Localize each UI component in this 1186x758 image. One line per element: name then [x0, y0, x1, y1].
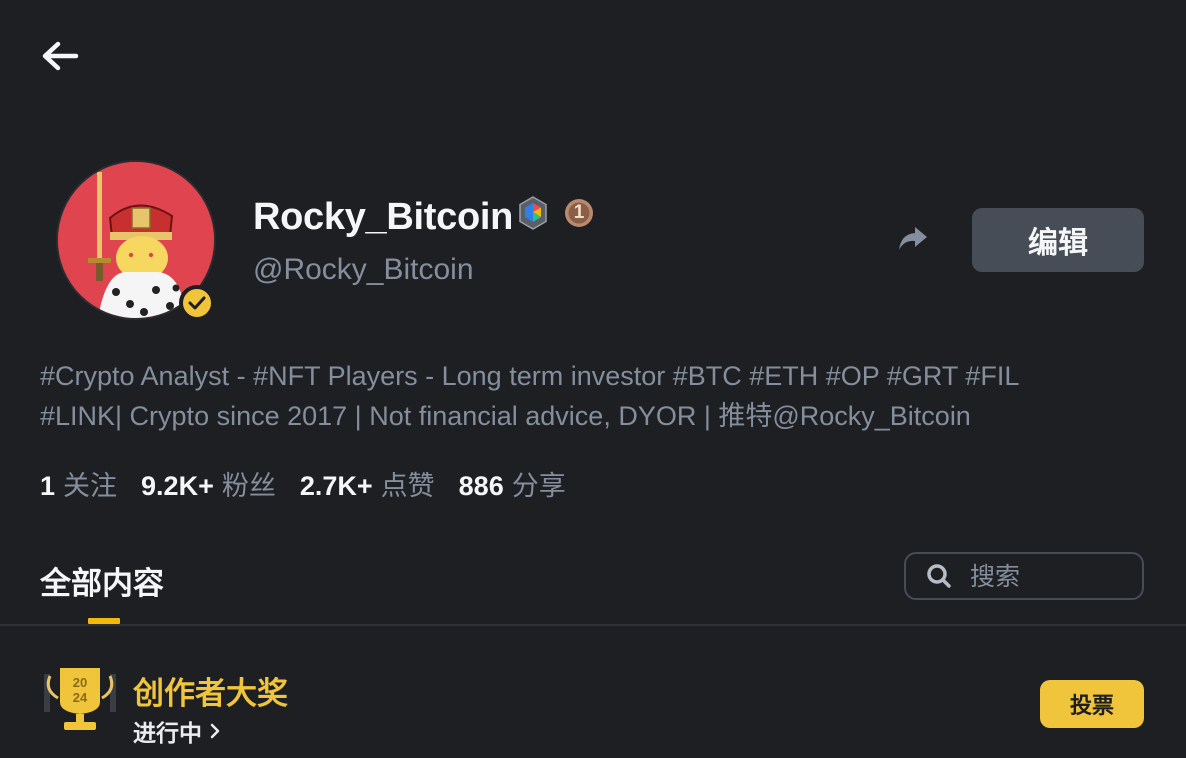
back-arrow-icon	[42, 41, 79, 71]
search-input[interactable]	[970, 561, 1130, 591]
stat-label: 分享	[511, 471, 566, 501]
award-year: 24	[73, 690, 88, 705]
stat-followers[interactable]: 9.2K+ 粉丝	[141, 468, 276, 504]
display-name: Rocky_Bitcoin	[253, 196, 514, 238]
chevron-right-icon	[210, 723, 220, 739]
vote-button[interactable]: 投票	[1040, 680, 1144, 728]
profile-page: Rocky_Bitcoin 1 @Rocky_Bitcoin 编辑 #Crypt…	[0, 0, 1186, 758]
verified-badge	[179, 285, 215, 321]
tab-all-content[interactable]: 全部内容	[40, 558, 164, 603]
share-button[interactable]	[896, 224, 932, 256]
award-trophy: 20 24	[42, 664, 118, 734]
rainbow-hexagon-icon[interactable]	[518, 196, 548, 230]
verified-icon	[188, 296, 206, 310]
stat-value: 886	[458, 471, 504, 501]
stat-value: 9.2K+	[141, 471, 214, 501]
stat-likes: 2.7K+ 点赞	[300, 468, 435, 504]
trophy-icon: 20 24	[44, 668, 116, 730]
stat-label: 关注	[63, 471, 118, 501]
stat-value: 2.7K+	[299, 471, 373, 501]
search-icon	[927, 564, 951, 588]
back-button[interactable]	[40, 40, 80, 72]
profile-stats: 1 关注 9.2K+ 粉丝 2.7K+ 点赞 886 分享	[40, 468, 566, 504]
user-handle: @Rocky_Bitcoin	[253, 253, 474, 286]
award-status-link[interactable]: 进行中	[133, 714, 220, 748]
bio-line: #LINK| Crypto since 2017 | Not financial…	[40, 401, 971, 431]
divider	[0, 624, 1186, 626]
stat-value: 1	[40, 471, 56, 501]
profile-badges: 1	[518, 196, 594, 230]
edit-profile-button[interactable]: 编辑	[972, 208, 1144, 272]
share-icon	[899, 227, 927, 250]
award-status-label: 进行中	[133, 721, 202, 747]
avatar[interactable]	[56, 160, 216, 321]
stat-shares: 886 分享	[459, 468, 566, 504]
search-box[interactable]	[904, 552, 1144, 600]
stat-following[interactable]: 1 关注	[40, 468, 117, 504]
stat-label: 粉丝	[221, 471, 276, 501]
award-title: 创作者大奖	[133, 676, 288, 712]
stat-label: 点赞	[380, 471, 435, 501]
bio-line: #Crypto Analyst - #NFT Players - Long te…	[40, 361, 1020, 391]
rank-medal[interactable]: 1	[564, 198, 594, 228]
rank-number: 1	[573, 202, 585, 223]
award-year: 20	[73, 675, 87, 690]
profile-bio: #Crypto Analyst - #NFT Players - Long te…	[40, 356, 1120, 436]
